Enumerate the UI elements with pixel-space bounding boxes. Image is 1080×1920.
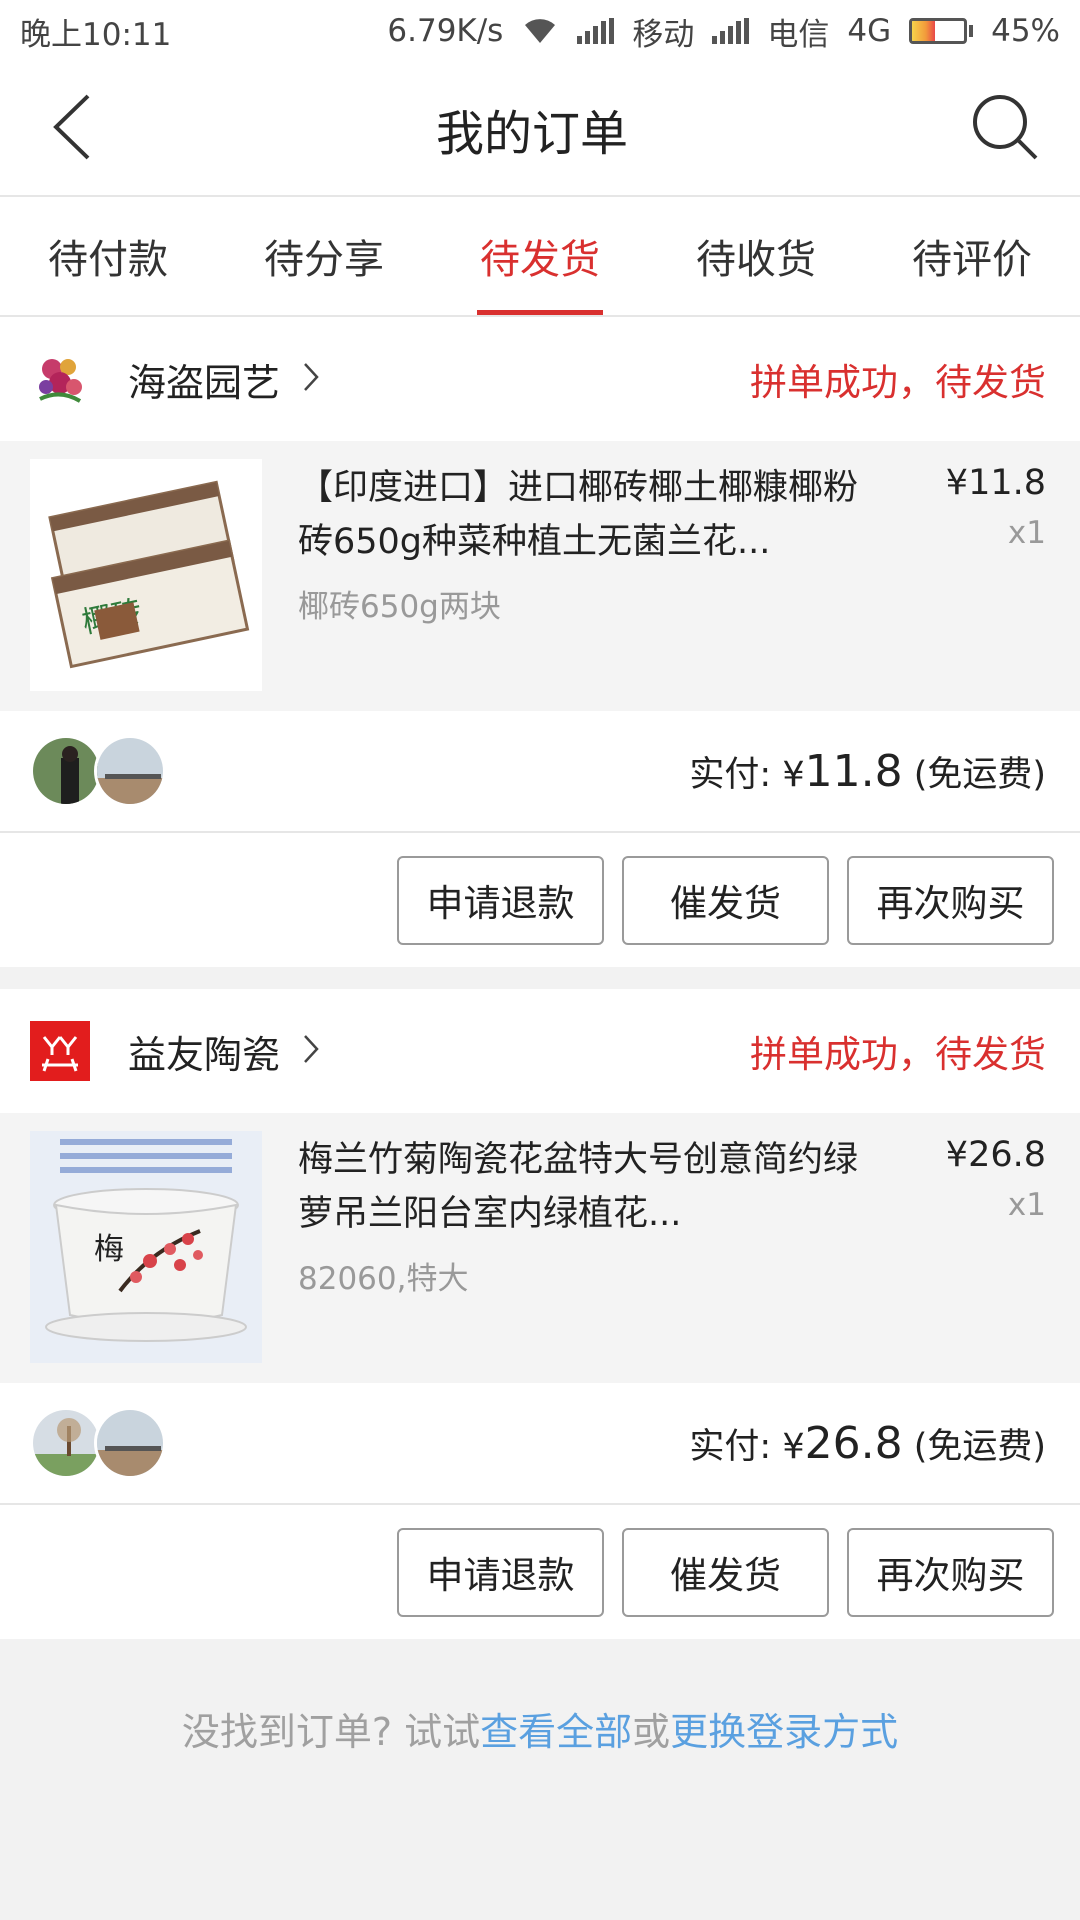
change-login-link[interactable]: 更换登录方式 (670, 1710, 898, 1754)
avatar (30, 1407, 102, 1479)
shop-header[interactable]: 海盗园艺 拼单成功，待发货 (0, 317, 1080, 441)
tab-pending-payment[interactable]: 待付款 (0, 197, 216, 315)
page-title: 我的订单 (435, 105, 628, 162)
network-speed: 6.79K/s (387, 13, 504, 49)
order-status: 拼单成功，待发货 (750, 1033, 1046, 1076)
product-item[interactable]: 椰砖 【印度进口】进口椰砖椰土椰糠椰粉砖650g种菜种植土无菌兰花... 椰砖6… (0, 441, 1080, 711)
product-quantity: x1 (1007, 515, 1046, 551)
battery-percent: 45% (991, 13, 1060, 49)
payment-row: 实付: ¥26.8 (免运费) (0, 1383, 1080, 1505)
tab-pending-share[interactable]: 待分享 (216, 197, 432, 315)
pay-amount: 26.8 (804, 1417, 903, 1469)
pay-note: (免运费) (902, 1426, 1046, 1467)
pay-label: 实付: (689, 1426, 783, 1467)
footer-tip: 没找到订单? 试试查看全部或更换登录方式 (0, 1701, 1080, 1756)
shop-logo (30, 1021, 90, 1081)
payment-row: 实付: ¥11.8 (免运费) (0, 711, 1080, 833)
product-image-text: 梅 (94, 1232, 124, 1267)
footer-middle: 或 (632, 1710, 671, 1754)
avatar (94, 735, 166, 807)
product-title: 梅兰竹菊陶瓷花盆特大号创意简约绿萝吊兰阳台室内绿植花... (298, 1140, 859, 1234)
pay-note: (免运费) (902, 754, 1046, 795)
product-item[interactable]: 梅 梅兰竹菊陶瓷花盆特大号创意简约绿萝吊兰阳台室内绿植花... 82060,特大… (0, 1113, 1080, 1383)
carrier-1: 移动 (632, 16, 695, 53)
status-bar: 晚上10:11 6.79K/s 移动 电信 4G 45% (0, 0, 1080, 62)
battery-icon (909, 18, 974, 44)
shop-header[interactable]: 益友陶瓷 拼单成功，待发货 (0, 989, 1080, 1113)
group-avatars (30, 1407, 166, 1479)
wifi-icon (521, 17, 559, 45)
chevron-left-icon[interactable] (50, 92, 94, 166)
urge-shipment-button[interactable]: 催发货 (622, 855, 829, 945)
chevron-right-icon (302, 1033, 320, 1069)
product-image: 梅 (30, 1131, 262, 1363)
action-buttons: 申请退款 催发货 再次购买 (0, 833, 1080, 967)
product-spec: 椰砖650g两块 (298, 589, 501, 625)
pay-currency: ¥ (782, 1426, 805, 1467)
network-type: 4G (847, 13, 892, 49)
order-card: 海盗园艺 拼单成功，待发货 椰砖 【印度进口】进口椰砖椰土椰糠椰粉砖650g种菜… (0, 317, 1080, 967)
action-buttons: 申请退款 催发货 再次购买 (0, 1505, 1080, 1639)
payment-total: 实付: ¥11.8 (免运费) (689, 746, 1046, 797)
pay-amount: 11.8 (804, 745, 903, 797)
tab-pending-receipt[interactable]: 待收货 (648, 197, 864, 315)
status-time: 晚上10:11 (20, 16, 172, 53)
group-avatars (30, 735, 166, 807)
shop-logo (30, 349, 90, 409)
footer-prefix: 没找到订单? 试试 (181, 1710, 481, 1754)
product-title: 【印度进口】进口椰砖椰土椰糠椰粉砖650g种菜种植土无菌兰花... (298, 468, 859, 562)
order-status: 拼单成功，待发货 (750, 361, 1046, 404)
refund-button[interactable]: 申请退款 (397, 1527, 604, 1617)
product-spec: 82060,特大 (298, 1261, 469, 1297)
product-quantity: x1 (1007, 1187, 1046, 1223)
signal-icon (712, 18, 750, 44)
pay-currency: ¥ (782, 754, 805, 795)
pay-label: 实付: (689, 754, 783, 795)
product-image: 椰砖 (30, 459, 262, 691)
tab-pending-shipment[interactable]: 待发货 (432, 197, 648, 315)
payment-total: 实付: ¥26.8 (免运费) (689, 1418, 1046, 1469)
nav-bar: 我的订单 (0, 62, 1080, 197)
product-price: ¥11.8 (945, 463, 1046, 503)
tab-pending-review[interactable]: 待评价 (864, 197, 1080, 315)
chevron-right-icon (302, 361, 320, 397)
refund-button[interactable]: 申请退款 (397, 855, 604, 945)
urge-shipment-button[interactable]: 催发货 (622, 1527, 829, 1617)
view-all-link[interactable]: 查看全部 (480, 1710, 632, 1754)
product-price: ¥26.8 (945, 1135, 1046, 1175)
signal-icon (577, 18, 615, 44)
buy-again-button[interactable]: 再次购买 (847, 1527, 1054, 1617)
shop-name: 海盗园艺 (128, 360, 281, 405)
avatar (30, 735, 102, 807)
buy-again-button[interactable]: 再次购买 (847, 855, 1054, 945)
order-tabs: 待付款 待分享 待发货 待收货 待评价 (0, 197, 1080, 317)
shop-name: 益友陶瓷 (128, 1032, 281, 1077)
order-card: 益友陶瓷 拼单成功，待发货 梅 梅兰竹菊陶瓷花盆特大号创意简约绿萝吊兰阳台室内绿… (0, 989, 1080, 1639)
carrier-2: 电信 (767, 16, 830, 53)
avatar (94, 1407, 166, 1479)
search-icon[interactable] (970, 92, 1040, 166)
